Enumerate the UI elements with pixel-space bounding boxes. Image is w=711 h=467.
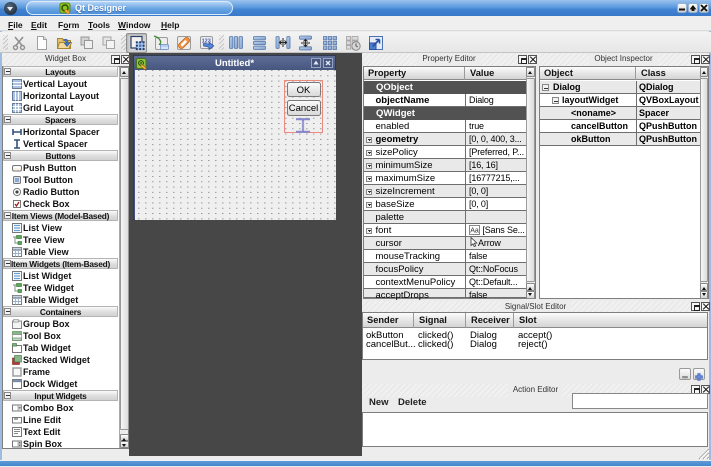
svg-text:Aa: Aa [470,228,479,235]
